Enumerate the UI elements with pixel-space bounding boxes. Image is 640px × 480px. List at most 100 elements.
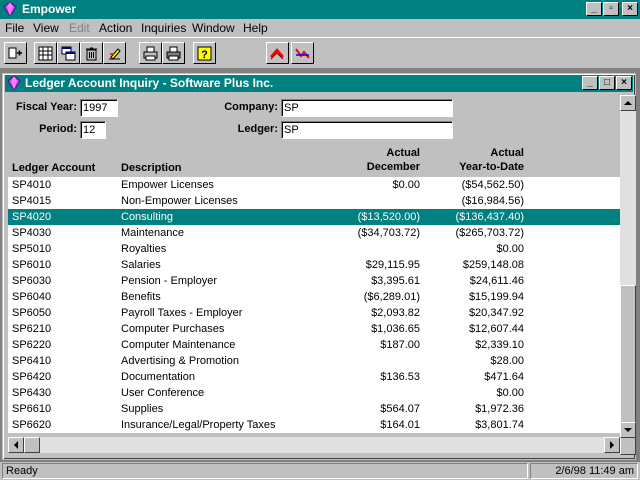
table-row[interactable]: SP6410 Advertising & Promotion $28.00 <box>8 353 620 369</box>
table-row[interactable]: SP6210 Computer Purchases $1,036.65 $12,607… <box>8 321 620 337</box>
close-button[interactable]: × <box>622 2 638 16</box>
header-description[interactable]: Description <box>121 162 182 174</box>
table-row[interactable]: SP6610 Supplies $564.07 $1,972.36 <box>8 401 620 417</box>
app-titlebar[interactable]: Empower _ ▫ × <box>0 0 640 19</box>
cell-ytd: $28.00 <box>490 355 524 367</box>
menu-help[interactable]: Help <box>243 21 268 35</box>
cell-description: Payroll Taxes - Employer <box>121 307 243 319</box>
add-record-button[interactable] <box>4 42 27 64</box>
table-row[interactable]: SP4010 Empower Licenses $0.00 ($54,562.50) <box>8 177 620 193</box>
cell-account: SP6410 <box>12 355 52 367</box>
table-row[interactable]: SP6030 Pension - Employer $3,395.61 $24,611… <box>8 273 620 289</box>
table-row[interactable]: SP6050 Payroll Taxes - Employer $2,093.82 $… <box>8 305 620 321</box>
table-row[interactable]: SP6430 User Conference $0.00 <box>8 385 620 401</box>
minimize-button[interactable]: _ <box>586 2 602 16</box>
edit-button[interactable] <box>103 42 126 64</box>
scroll-left-button[interactable] <box>8 437 24 453</box>
edit-icon <box>109 48 121 60</box>
header-ytd-line2[interactable]: Year-to-Date <box>459 161 524 173</box>
cell-december: ($13,520.00) <box>357 211 420 223</box>
cell-ytd: $471.64 <box>484 371 524 383</box>
cell-december: ($34,703.72) <box>357 227 420 239</box>
child-minimize-button[interactable]: _ <box>582 76 598 90</box>
restore-button[interactable]: ▫ <box>603 2 619 16</box>
cell-ytd: $12,607.44 <box>468 323 524 335</box>
child-gem-icon <box>7 76 21 90</box>
table-row[interactable]: SP4030 Maintenance ($34,703.72) ($265,703.7… <box>8 225 620 241</box>
scroll-right-button[interactable] <box>604 437 620 453</box>
cell-ytd: $2,339.10 <box>475 339 524 351</box>
print-preview-icon <box>166 46 181 61</box>
cell-account: SP4030 <box>12 227 52 239</box>
up-chart-button[interactable] <box>266 42 289 64</box>
grid-icon <box>38 46 53 61</box>
table-row[interactable]: SP6220 Computer Maintenance $187.00 $2,339.… <box>8 337 620 353</box>
cell-december: $187.00 <box>380 339 420 351</box>
cell-account: SP6050 <box>12 307 52 319</box>
ledger-grid: Ledger Account Description Actual Decemb… <box>8 145 620 437</box>
child-maximize-button[interactable]: □ <box>599 76 615 90</box>
header-december-line2[interactable]: December <box>367 161 420 173</box>
cell-description: Computer Purchases <box>121 323 225 335</box>
cell-account: SP6030 <box>12 275 52 287</box>
cell-ytd: $20,347.92 <box>468 307 524 319</box>
table-row[interactable]: SP6420 Documentation $136.53 $471.64 <box>8 369 620 385</box>
windows-button[interactable] <box>57 42 80 64</box>
table-row[interactable]: SP4020 Consulting ($13,520.00) ($136,437.40… <box>8 209 620 225</box>
scroll-down-button[interactable] <box>620 422 636 438</box>
down-chart-icon <box>295 48 310 59</box>
menu-action[interactable]: Action <box>99 21 132 35</box>
cell-ytd: $1,972.36 <box>475 403 524 415</box>
cell-account: SP4010 <box>12 179 52 191</box>
horizontal-scrollbar[interactable] <box>8 437 620 453</box>
period-label: Period: <box>39 123 77 135</box>
cell-account: SP6010 <box>12 259 52 271</box>
app-title: Empower <box>22 2 77 16</box>
cell-december: $3,395.61 <box>371 275 420 287</box>
scroll-up-button[interactable] <box>620 95 636 111</box>
cell-account: SP6610 <box>12 403 52 415</box>
cell-description: Consulting <box>121 211 173 223</box>
table-row[interactable]: SP6010 Salaries $29,115.95 $259,148.08 <box>8 257 620 273</box>
print-preview-button[interactable] <box>162 42 185 64</box>
cell-account: SP5010 <box>12 243 52 255</box>
vertical-scrollbar[interactable] <box>620 95 636 455</box>
delete-button[interactable] <box>80 42 103 64</box>
cell-december: $164.01 <box>380 419 420 431</box>
cell-account: SP6420 <box>12 371 52 383</box>
menu-view[interactable]: View <box>33 21 59 35</box>
grid-button[interactable] <box>34 42 57 64</box>
print-icon <box>143 46 158 61</box>
child-titlebar[interactable]: Ledger Account Inquiry - Software Plus I… <box>5 75 633 92</box>
menu-inquiries[interactable]: Inquiries <box>141 21 186 35</box>
print-button[interactable] <box>139 42 162 64</box>
fiscal-year-field[interactable]: 1997 <box>80 99 118 117</box>
cell-ytd: $3,801.74 <box>475 419 524 431</box>
cell-account: SP6210 <box>12 323 52 335</box>
company-field[interactable]: SP <box>281 99 453 117</box>
menu-file[interactable]: File <box>5 21 24 35</box>
menu-window[interactable]: Window <box>192 21 235 35</box>
menu-bar: File View Edit Action Inquiries Window H… <box>0 19 640 37</box>
cell-account: SP6220 <box>12 339 52 351</box>
menu-edit[interactable]: Edit <box>69 21 90 35</box>
header-december-line1[interactable]: Actual <box>386 147 420 159</box>
help-button[interactable]: ? <box>193 42 216 64</box>
table-row[interactable]: SP6620 Insurance/Legal/Property Taxes $164… <box>8 417 620 433</box>
table-row[interactable]: SP6040 Benefits ($6,289.01) $15,199.94 <box>8 289 620 305</box>
table-row[interactable]: SP5010 Royalties $0.00 <box>8 241 620 257</box>
down-chart-button[interactable] <box>291 42 314 64</box>
cell-ytd: ($265,703.72) <box>455 227 525 239</box>
period-field[interactable]: 12 <box>80 121 106 139</box>
table-row[interactable]: SP4015 Non-Empower Licenses ($16,984.56) <box>8 193 620 209</box>
child-close-button[interactable]: × <box>616 76 632 90</box>
scroll-h-thumb[interactable] <box>24 437 40 453</box>
header-ledger-account[interactable]: Ledger Account <box>12 162 95 174</box>
header-ytd-line1[interactable]: Actual <box>490 147 524 159</box>
status-text: Ready <box>2 463 528 479</box>
cell-description: Empower Licenses <box>121 179 214 191</box>
cell-ytd: ($16,984.56) <box>461 195 524 207</box>
cell-ytd: $24,611.46 <box>469 275 524 287</box>
ledger-field[interactable]: SP <box>281 121 453 139</box>
cell-description: Maintenance <box>121 227 184 239</box>
